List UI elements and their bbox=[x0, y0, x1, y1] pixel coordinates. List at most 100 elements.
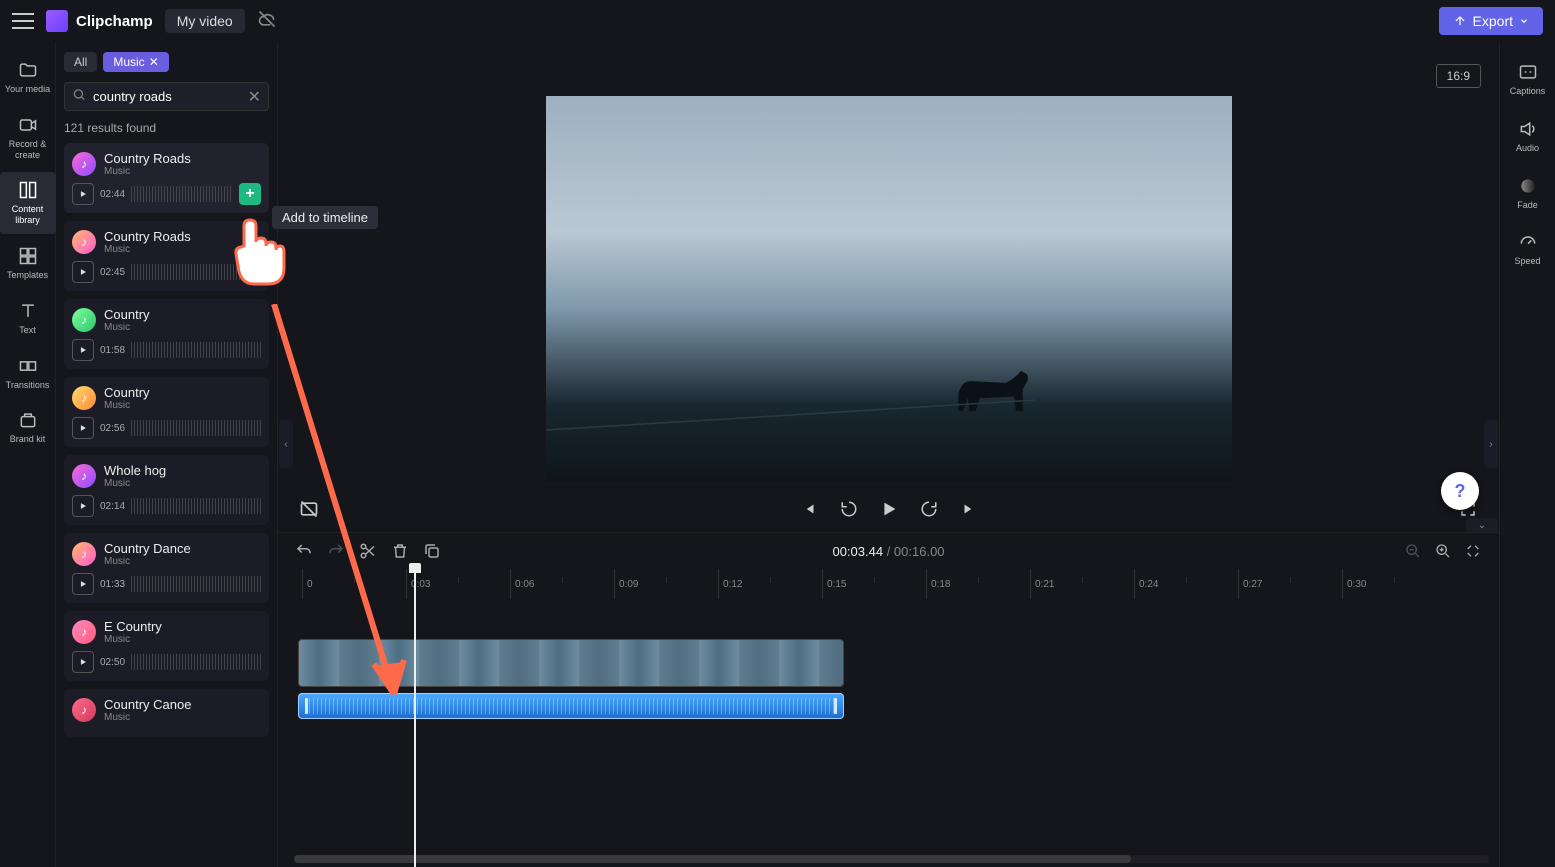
menu-icon[interactable] bbox=[12, 10, 34, 32]
delete-icon[interactable] bbox=[390, 541, 410, 561]
track-duration: 01:33 bbox=[100, 579, 125, 590]
zoom-fit-icon[interactable] bbox=[1463, 541, 1483, 561]
music-note-icon: ♪ bbox=[72, 308, 96, 332]
nav-brand-kit[interactable]: Brand kit bbox=[0, 402, 56, 453]
help-button[interactable]: ? bbox=[1441, 472, 1479, 510]
cloud-off-icon[interactable] bbox=[257, 9, 277, 34]
track-card[interactable]: ♪ Country Music 01:58 bbox=[64, 299, 269, 369]
music-note-icon: ♪ bbox=[72, 698, 96, 722]
redo-icon[interactable] bbox=[326, 541, 346, 561]
track-title: Whole hog bbox=[104, 463, 166, 478]
timeline-ruler[interactable]: 00:030:060:090:120:150:180:210:240:270:3… bbox=[294, 569, 1499, 599]
play-preview-button[interactable] bbox=[72, 417, 94, 439]
music-note-icon: ♪ bbox=[72, 230, 96, 254]
play-preview-button[interactable] bbox=[72, 495, 94, 517]
forward-icon[interactable] bbox=[918, 498, 940, 520]
skip-end-icon[interactable] bbox=[958, 498, 980, 520]
filter-music[interactable]: Music ✕ bbox=[103, 52, 168, 72]
audio-clip[interactable] bbox=[298, 693, 844, 719]
timeline-scrollbar[interactable] bbox=[294, 855, 1489, 863]
track-card[interactable]: ♪ Whole hog Music 02:14 bbox=[64, 455, 269, 525]
content-library-panel: All Music ✕ ✕ 121 results found ♪ Countr… bbox=[56, 42, 278, 867]
nav-record-create[interactable]: Record & create bbox=[0, 107, 56, 169]
music-note-icon: ♪ bbox=[72, 542, 96, 566]
safezone-icon[interactable] bbox=[298, 498, 320, 520]
zoom-out-icon[interactable] bbox=[1403, 541, 1423, 561]
panel-collapse-right[interactable]: › bbox=[1484, 420, 1498, 468]
copy-icon[interactable] bbox=[422, 541, 442, 561]
track-subtype: Music bbox=[104, 400, 150, 411]
waveform-icon bbox=[131, 498, 261, 514]
track-subtype: Music bbox=[104, 712, 191, 723]
playhead[interactable] bbox=[414, 569, 416, 867]
track-subtype: Music bbox=[104, 634, 162, 645]
add-to-timeline-button[interactable]: + bbox=[239, 183, 261, 205]
folder-icon bbox=[18, 60, 38, 80]
cursor-hand-icon bbox=[224, 216, 294, 296]
video-clip[interactable] bbox=[298, 639, 844, 687]
undo-icon[interactable] bbox=[294, 541, 314, 561]
play-preview-button[interactable] bbox=[72, 651, 94, 673]
ruler-tick: 0:18 bbox=[926, 569, 950, 599]
filter-pills: All Music ✕ bbox=[64, 52, 269, 72]
clip-handle-right[interactable] bbox=[834, 698, 837, 714]
search-input[interactable] bbox=[64, 82, 269, 111]
nav-content-library[interactable]: Content library bbox=[0, 172, 56, 234]
track-title: Country Canoe bbox=[104, 697, 191, 712]
logo-badge-icon bbox=[46, 10, 68, 32]
track-card[interactable]: ♪ Country Music 02:56 bbox=[64, 377, 269, 447]
music-note-icon: ♪ bbox=[72, 464, 96, 488]
ruler-tick: 0:12 bbox=[718, 569, 742, 599]
track-subtype: Music bbox=[104, 166, 191, 177]
zoom-in-icon[interactable] bbox=[1433, 541, 1453, 561]
preview-area: 16:9 bbox=[278, 42, 1499, 532]
camera-icon bbox=[18, 115, 38, 135]
music-note-icon: ♪ bbox=[72, 152, 96, 176]
music-note-icon: ♪ bbox=[72, 620, 96, 644]
filter-all[interactable]: All bbox=[64, 52, 97, 72]
play-icon[interactable] bbox=[878, 498, 900, 520]
play-preview-button[interactable] bbox=[72, 573, 94, 595]
timeline-collapse[interactable]: ⌄ bbox=[1466, 518, 1498, 532]
track-title: Country Dance bbox=[104, 541, 191, 556]
track-card[interactable]: ♪ Country Canoe Music bbox=[64, 689, 269, 737]
nav-speed[interactable]: Speed bbox=[1500, 224, 1555, 275]
aspect-ratio-badge[interactable]: 16:9 bbox=[1436, 64, 1481, 88]
panel-collapse-left[interactable]: ‹ bbox=[279, 420, 293, 468]
nav-fade[interactable]: Fade bbox=[1500, 168, 1555, 219]
music-note-icon: ♪ bbox=[72, 386, 96, 410]
track-card[interactable]: ♪ E Country Music 02:50 bbox=[64, 611, 269, 681]
track-subtype: Music bbox=[104, 244, 191, 255]
search-box: ✕ bbox=[64, 82, 269, 111]
nav-templates[interactable]: Templates bbox=[0, 238, 56, 289]
ruler-tick: 0:24 bbox=[1134, 569, 1158, 599]
speaker-icon bbox=[1518, 119, 1538, 139]
nav-transitions[interactable]: Transitions bbox=[0, 348, 56, 399]
clip-handle-left[interactable] bbox=[305, 698, 308, 714]
track-duration: 02:14 bbox=[100, 501, 125, 512]
nav-captions[interactable]: Captions bbox=[1500, 54, 1555, 105]
track-card[interactable]: ♪ Country Dance Music 01:33 bbox=[64, 533, 269, 603]
export-button[interactable]: Export bbox=[1439, 7, 1543, 35]
project-name[interactable]: My video bbox=[165, 9, 245, 33]
skip-start-icon[interactable] bbox=[798, 498, 820, 520]
track-card[interactable]: ♪ Country Roads Music 02:44 + bbox=[64, 143, 269, 213]
nav-text[interactable]: Text bbox=[0, 293, 56, 344]
play-preview-button[interactable] bbox=[72, 339, 94, 361]
video-preview[interactable] bbox=[546, 96, 1232, 482]
nav-audio[interactable]: Audio bbox=[1500, 111, 1555, 162]
ruler-tick: 0:03 bbox=[406, 569, 430, 599]
rewind-icon[interactable] bbox=[838, 498, 860, 520]
clear-search-icon[interactable]: ✕ bbox=[248, 87, 261, 107]
topbar: Clipchamp My video Export bbox=[0, 0, 1555, 42]
app-logo[interactable]: Clipchamp bbox=[46, 10, 153, 32]
track-duration: 02:45 bbox=[100, 267, 125, 278]
split-icon[interactable] bbox=[358, 541, 378, 561]
library-icon bbox=[18, 180, 38, 200]
play-preview-button[interactable] bbox=[72, 183, 94, 205]
search-icon bbox=[72, 87, 86, 106]
nav-your-media[interactable]: Your media bbox=[0, 52, 56, 103]
close-icon[interactable]: ✕ bbox=[149, 55, 159, 69]
results-count: 121 results found bbox=[64, 121, 269, 135]
play-preview-button[interactable] bbox=[72, 261, 94, 283]
